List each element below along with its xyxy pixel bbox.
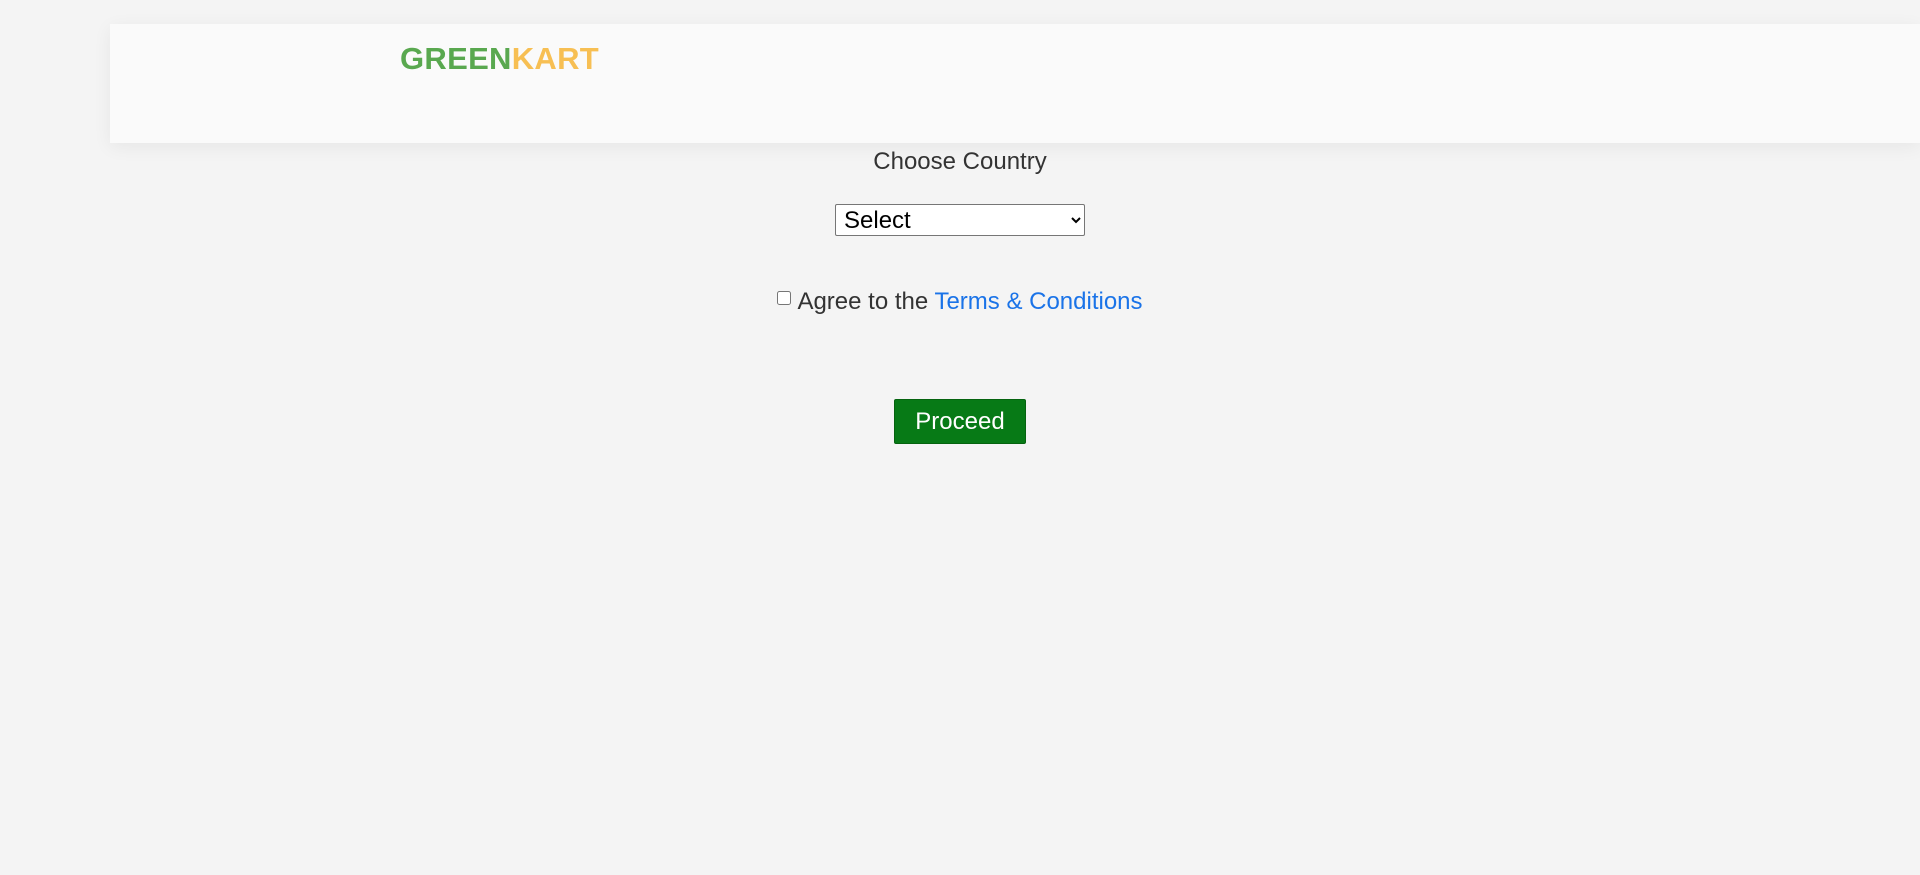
country-select[interactable]: Select [835,204,1085,236]
country-select-wrapper: Select [835,204,1085,236]
logo-kart-text: KART [511,41,600,76]
logo-green-text: GREEN [400,41,512,76]
proceed-button[interactable]: Proceed [894,399,1026,444]
agree-label: Agree to the [797,288,935,315]
agree-checkbox[interactable] [777,291,792,305]
terms-conditions-link[interactable]: Terms & Conditions [934,288,1142,315]
terms-agreement-row: Agree to the Terms & Conditions [0,288,1920,316]
choose-country-label: Choose Country [873,148,1047,175]
greenkart-logo[interactable]: GREENKART [400,43,599,74]
site-header [110,24,1920,143]
